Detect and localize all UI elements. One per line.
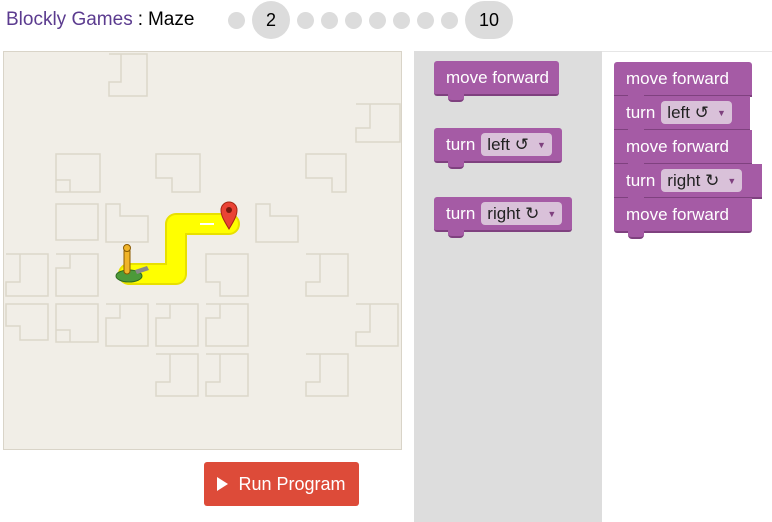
- block-label: turn: [446, 203, 476, 223]
- header: Blockly Games : Maze: [6, 0, 194, 40]
- block-label: move forward: [626, 204, 729, 224]
- wall-tile: [205, 303, 249, 347]
- dropdown-arrow-icon: ▼: [547, 208, 557, 219]
- wall-tile: [155, 153, 201, 193]
- level-8-dot[interactable]: [417, 11, 434, 29]
- dropdown-value: right ↻: [667, 170, 720, 190]
- level-selector: 2 10: [228, 1, 514, 39]
- level-3-dot[interactable]: [297, 11, 314, 29]
- wall-tile: [305, 353, 349, 397]
- title-separator: :: [137, 9, 143, 30]
- direction-dropdown[interactable]: left ↺ ▼: [661, 101, 732, 124]
- level-last-badge[interactable]: 10: [465, 1, 514, 39]
- level-5-dot[interactable]: [345, 11, 362, 29]
- blockly-games-link[interactable]: Blockly Games: [6, 9, 133, 31]
- level-4-dot[interactable]: [321, 11, 338, 29]
- workspace-move-forward-block[interactable]: move forward: [614, 130, 752, 171]
- wall-tile: [155, 303, 199, 347]
- wall-tile: [255, 203, 299, 243]
- dropdown-arrow-icon: ▼: [716, 107, 726, 118]
- dropdown-arrow-icon: ▼: [536, 139, 546, 150]
- dropdown-value: right ↻: [487, 203, 540, 223]
- direction-dropdown[interactable]: right ↻ ▼: [661, 169, 743, 192]
- toolbox-turn-right-block[interactable]: turn right ↻ ▼: [434, 197, 573, 238]
- wall-tile: [55, 153, 101, 193]
- level-7-dot[interactable]: [393, 11, 410, 29]
- toolbox-move-forward-block[interactable]: move forward: [434, 61, 559, 102]
- dropdown-value: left ↺: [487, 134, 529, 154]
- block-label: move forward: [446, 67, 549, 87]
- wall-tile: [305, 253, 349, 297]
- block-label: turn: [626, 170, 656, 190]
- wall-tile: [5, 303, 49, 341]
- block-label: move forward: [626, 136, 729, 156]
- level-9-dot[interactable]: [441, 11, 458, 29]
- play-icon: [217, 477, 229, 491]
- block-label: turn: [626, 102, 656, 122]
- finish-marker-dot: [226, 207, 232, 213]
- wall-tile: [355, 303, 399, 347]
- maze-area: [3, 51, 402, 450]
- workspace-turn-right-block[interactable]: turn right ↻ ▼: [614, 164, 762, 205]
- wall-tile: [355, 103, 401, 143]
- block-label: move forward: [626, 68, 729, 88]
- direction-dropdown[interactable]: right ↻ ▼: [481, 202, 563, 225]
- workspace-move-forward-block[interactable]: move forward: [614, 62, 752, 103]
- toolbox-turn-left-block[interactable]: turn left ↺ ▼: [434, 128, 562, 169]
- wall-tile: [108, 53, 148, 97]
- level-1-dot[interactable]: [228, 11, 245, 29]
- maze-map: [5, 53, 401, 397]
- dropdown-arrow-icon: ▼: [727, 175, 737, 186]
- wall-tile: [205, 253, 249, 297]
- wall-tile: [5, 253, 49, 297]
- direction-dropdown[interactable]: left ↺ ▼: [481, 133, 552, 156]
- wall-tile: [55, 303, 99, 343]
- run-program-button[interactable]: Run Program: [204, 462, 359, 506]
- level-6-dot[interactable]: [369, 11, 386, 29]
- dropdown-value: left ↺: [667, 102, 709, 122]
- level-current-badge[interactable]: 2: [252, 1, 290, 39]
- wall-tile: [155, 353, 199, 397]
- wall-tile: [205, 353, 249, 397]
- wall-tile: [55, 253, 99, 297]
- maze-path: [120, 215, 238, 283]
- wall-tile: [105, 303, 149, 347]
- workspace-turn-left-block[interactable]: turn left ↺ ▼: [614, 96, 750, 137]
- workspace-move-forward-block[interactable]: move forward: [614, 198, 752, 239]
- block-toolbox: move forward turn left ↺ ▼ turn right ↻ …: [414, 51, 602, 522]
- wall-tile: [305, 153, 347, 193]
- wall-tile: [55, 203, 99, 241]
- block-workspace[interactable]: move forward turn left ↺ ▼ move forward …: [602, 51, 772, 522]
- block-label: turn: [446, 134, 476, 154]
- wall-tile: [105, 203, 149, 243]
- game-title: Maze: [147, 9, 195, 30]
- run-program-label: Run Program: [238, 473, 346, 494]
- pegman-head: [123, 244, 131, 252]
